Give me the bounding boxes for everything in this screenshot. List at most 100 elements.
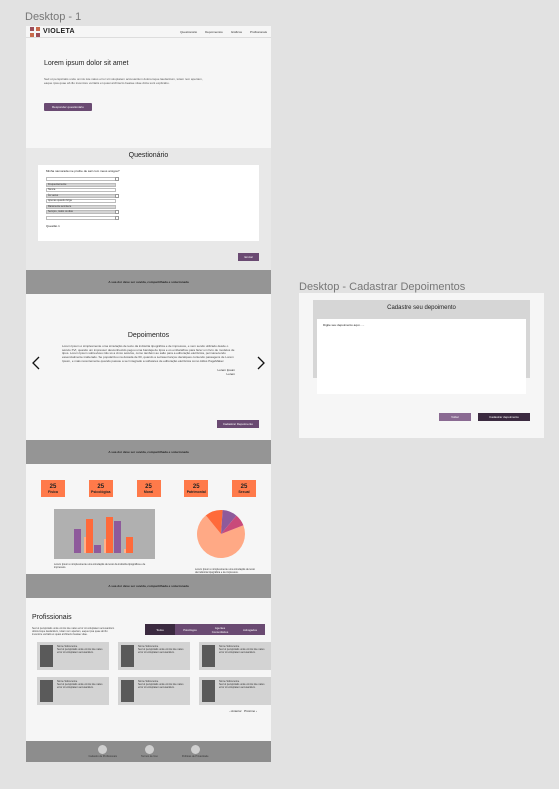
professionals-text: Sed ut perspiciatis unde omnis iste natu…	[32, 627, 115, 636]
stat-label: Patrimonial	[186, 489, 206, 494]
stat-card: 25 Patrimonial	[184, 480, 209, 497]
answer-option[interactable]: Às vezes	[46, 193, 119, 198]
stat-card: 25 Psicológica	[88, 480, 113, 497]
chevron-right-icon[interactable]	[257, 356, 265, 370]
footer-icon	[144, 745, 154, 754]
questionnaire-title: Questionário	[128, 152, 169, 159]
testimonial-modal: Cadastre seu depoimento Digite seu depoi…	[313, 300, 530, 394]
chevron-down-icon[interactable]	[115, 177, 119, 181]
pie-chart-caption: Lorem Ipsum é simplesmente uma simulação…	[195, 568, 255, 574]
answer-select[interactable]	[46, 177, 119, 181]
avatar	[121, 680, 134, 702]
footer-item[interactable]: Cadastro de Profissionais	[88, 745, 118, 762]
modal-actions: Voltar Cadastrar depoimento	[439, 413, 530, 421]
professionals-section: Profissionais Sed ut perspiciatis unde o…	[26, 598, 271, 741]
professional-card[interactable]: Nome Sobrenome Sed ut perspiciatis unde o…	[37, 642, 109, 670]
frame-label-cadastrar: Desktop - Cadastrar Depoimentos	[299, 281, 466, 293]
send-button[interactable]: Enviar	[238, 253, 259, 261]
modal-title: Cadastre seu depoimento	[387, 305, 456, 311]
professional-card[interactable]: Nome Sobrenome Sed ut perspiciatis unde o…	[118, 677, 190, 705]
stat-card: 25 Sexual	[232, 480, 256, 497]
testimonial-textarea[interactable]: Digite seu depoimento aqui......	[317, 319, 526, 394]
stat-cards: 25 Física 25 Psicológica 25 Moral 25 Patrimo…	[26, 480, 271, 497]
avatar	[202, 680, 215, 702]
stats-section: 25 Física 25 Psicológica 25 Moral 25 Patrimo…	[26, 464, 271, 574]
avatar	[40, 645, 53, 667]
prev-page-link[interactable]: Anterior	[231, 709, 242, 713]
answer-option-label: Sempre, todos os dias	[48, 210, 73, 213]
professional-desc: Sed ut perspiciatis unde omnis iste natu…	[138, 648, 184, 654]
footer-label: Cadastro de Profissionais	[88, 755, 118, 758]
answer-option[interactable]: Nunca	[46, 188, 116, 192]
questionnaire-card: Minha namorada me proíbe de sair com meu…	[38, 165, 259, 241]
footer-item[interactable]: Políticas de Privacidade	[182, 745, 209, 762]
banner: A sua dor deve ser ouvida, compartilhada…	[26, 574, 271, 598]
bar-chart	[54, 509, 155, 559]
banner: A sua dor deve ser ouvida, compartilhada…	[26, 440, 271, 464]
bar	[106, 517, 113, 553]
professional-desc: Sed ut perspiciatis unde omnis iste natu…	[57, 648, 103, 654]
charts-row: Lorem Ipsum é simplesmente uma simulação…	[26, 509, 271, 574]
chevron-left-icon[interactable]	[32, 356, 40, 370]
nav-link-questionario[interactable]: Questionário	[180, 30, 197, 34]
register-testimonial-button[interactable]: Cadastrar Depoimento	[216, 420, 259, 428]
answer-option-label: Raramente acontece	[48, 204, 72, 208]
footer-icon	[98, 745, 108, 754]
nav-link-profissionais[interactable]: Profissionais	[250, 30, 267, 34]
professional-desc: Sed ut perspiciatis unde omnis iste natu…	[219, 648, 265, 654]
pagination: ‹ Anterior Próximo ›	[32, 709, 265, 713]
violeta-logo-icon	[30, 26, 40, 37]
testimonials-title: Depoimentos	[127, 332, 170, 339]
professionals-header: Profissionais Sed ut perspiciatis unde o…	[32, 614, 265, 636]
question-counter: Questão 1	[46, 223, 60, 228]
tab-advogados[interactable]: Advogados	[235, 624, 265, 635]
nav-link-depoimentos[interactable]: Depoimentos	[205, 30, 223, 34]
answer-option[interactable]: Frequentemente	[46, 182, 116, 187]
avatar	[202, 645, 215, 667]
stat-card: 25 Moral	[136, 480, 161, 497]
chevron-right-icon[interactable]: ›	[256, 709, 257, 713]
cadastrar-depoimentos-frame: Cadastre seu depoimento Digite seu depoi…	[299, 293, 544, 438]
back-button[interactable]: Voltar	[439, 413, 471, 421]
brand-name: VIOLETA	[43, 28, 75, 35]
answer-option-label: Nunca	[48, 188, 56, 191]
answer-option-label: Apenas quando briga	[48, 199, 72, 202]
chevron-down-icon[interactable]	[115, 215, 119, 220]
answer-option[interactable]: Sempre, todos os dias	[46, 210, 119, 214]
frame-label-desktop-1: Desktop - 1	[25, 11, 82, 23]
bar	[114, 521, 121, 553]
bar	[94, 545, 101, 553]
professional-card[interactable]: Nome Sobrenome Sed ut perspiciatis unde o…	[199, 642, 271, 670]
testimonial-text: Lorem Ipsum é simplesmente uma simulação…	[62, 344, 235, 363]
bar	[126, 537, 133, 553]
next-page-link[interactable]: Próximo	[244, 709, 255, 713]
stat-label: Moral	[143, 489, 154, 494]
answer-option[interactable]: Raramente acontece	[46, 204, 116, 209]
professional-card[interactable]: Nome Sobrenome Sed ut perspiciatis unde o…	[199, 677, 271, 705]
answer-select[interactable]	[46, 215, 119, 220]
footer-item[interactable]: Termos de Uso	[141, 745, 158, 762]
pie-chart	[197, 510, 245, 558]
professional-desc: Sed ut perspiciatis unde omnis iste natu…	[219, 683, 265, 689]
avatar	[40, 680, 53, 702]
chevron-down-icon[interactable]	[115, 193, 119, 198]
tab-agentes[interactable]: Agentes Comunitários	[205, 624, 235, 635]
avatar	[121, 645, 134, 667]
bar	[86, 519, 93, 553]
question-text: Minha namorada me proíbe de sair com meu…	[46, 169, 120, 173]
chevron-down-icon[interactable]	[115, 210, 119, 214]
professional-card[interactable]: Nome Sobrenome Sed ut perspiciatis unde o…	[37, 677, 109, 705]
professionals-grid: Nome Sobrenome Sed ut perspiciatis unde o…	[32, 642, 271, 705]
navbar: VIOLETA Questionário Depoimentos Gráfico…	[26, 26, 271, 38]
professionals-title: Profissionais	[32, 614, 72, 621]
answer-questionnaire-button[interactable]: Responder questionário	[44, 103, 92, 111]
tab-todos[interactable]: Todos	[145, 624, 175, 635]
footer-label: Termos de Uso	[141, 755, 158, 758]
testimonial-author-sub: Lorem	[226, 371, 235, 376]
nav-link-graficos[interactable]: Gráficos	[231, 30, 242, 34]
submit-testimonial-button[interactable]: Cadastrar depoimento	[478, 413, 530, 421]
footer: Cadastro de Profissionais Termos de Uso …	[26, 741, 271, 762]
answer-option[interactable]: Apenas quando briga	[46, 199, 116, 203]
professional-card[interactable]: Nome Sobrenome Sed ut perspiciatis unde o…	[118, 642, 190, 670]
tab-psicologos[interactable]: Psicólogos	[175, 624, 205, 635]
